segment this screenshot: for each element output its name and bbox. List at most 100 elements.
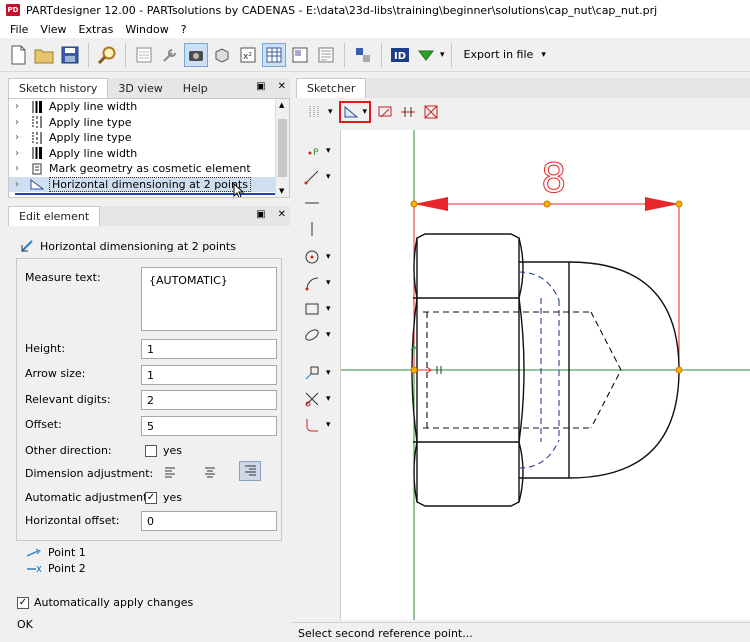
arrow-size-field[interactable]: 1 (141, 365, 277, 385)
chevron-down-icon[interactable]: ▾ (326, 146, 331, 156)
automatic-adjustment-checkbox[interactable]: ✓ (145, 492, 157, 504)
ok-button[interactable]: OK (17, 618, 33, 631)
view-3d-button[interactable] (184, 42, 208, 67)
sketch-canvas[interactable]: 8 (340, 130, 750, 620)
list-item[interactable]: › Mark geometry as cosmetic element (9, 161, 289, 177)
tab-sketch-history[interactable]: Sketch history (8, 78, 109, 98)
variables-button[interactable]: x² (236, 43, 260, 67)
chevron-down-icon[interactable]: ▾ (326, 304, 331, 314)
chevron-down-icon[interactable]: ▾ (326, 252, 331, 262)
tab-3d-view[interactable]: 3D view (108, 78, 172, 98)
dimension-tool-button[interactable]: ▾ (338, 101, 372, 123)
tab-edit-element[interactable]: Edit element (8, 206, 101, 226)
new-file-icon (11, 45, 26, 64)
menu-window[interactable]: Window (119, 23, 174, 36)
chevron-right-icon[interactable]: › (15, 179, 29, 190)
search-button[interactable] (95, 43, 119, 67)
open-folder-button[interactable] (32, 43, 56, 67)
arc-tool[interactable]: ▾ (300, 272, 336, 294)
align-right-button[interactable] (239, 461, 261, 481)
scroll-thumb[interactable] (278, 119, 287, 177)
menu-view[interactable]: View (34, 23, 72, 36)
vertical-line-tool[interactable] (300, 218, 336, 240)
chevron-down-icon[interactable]: ▾ (326, 330, 331, 340)
grip-point[interactable] (410, 200, 418, 208)
maximize-icon[interactable]: ▣ (256, 209, 265, 220)
list-item[interactable]: › Apply line width (9, 99, 289, 115)
chevron-right-icon[interactable]: › (15, 163, 29, 174)
chevron-right-icon[interactable]: › (15, 148, 29, 159)
chevron-down-icon[interactable]: ▾ (326, 278, 331, 288)
circle-tool[interactable]: ▾ (300, 246, 336, 268)
reference-point-1[interactable] (410, 366, 418, 374)
transform-tool[interactable]: ▾ (300, 362, 336, 384)
point-2-icon (27, 565, 42, 572)
tab-help[interactable]: Help (173, 78, 218, 98)
table-button[interactable] (262, 42, 286, 67)
toolbar-separator (450, 42, 452, 67)
trim-tool[interactable]: ▾ (300, 388, 336, 410)
fit-view-icon[interactable] (423, 104, 439, 120)
menu-extras[interactable]: Extras (73, 23, 120, 36)
status-button[interactable] (414, 43, 438, 67)
ellipse-tool[interactable]: ▾ (300, 324, 336, 346)
offset-field[interactable]: 5 (141, 416, 277, 436)
line-tool[interactable]: ▾ (300, 166, 336, 188)
model-structure-button[interactable] (351, 43, 375, 67)
status-bar: Select second reference point... (292, 622, 750, 642)
export-sheet-button[interactable] (314, 43, 338, 67)
grid-icon[interactable] (306, 104, 322, 120)
drawing-button[interactable] (288, 43, 312, 67)
height-field[interactable]: 1 (141, 339, 277, 359)
maximize-icon[interactable]: ▣ (256, 81, 265, 92)
chevron-down-icon[interactable]: ▾ (326, 172, 331, 182)
point-2-row[interactable]: Point 2 (26, 562, 86, 575)
chevron-down-icon[interactable]: ▾ (328, 107, 333, 117)
mirror-icon[interactable] (377, 104, 393, 120)
point-1-row[interactable]: Point 1 (26, 546, 86, 559)
align-center-icon[interactable] (203, 465, 217, 479)
align-left-icon[interactable] (163, 465, 177, 479)
point-tool[interactable]: P ▾ (300, 140, 336, 162)
other-direction-checkbox[interactable] (145, 445, 157, 457)
auto-apply-checkbox[interactable]: ✓ (17, 597, 29, 609)
tool-button[interactable] (158, 43, 182, 67)
horizontal-line-tool[interactable] (300, 192, 336, 214)
trim-icon[interactable] (399, 104, 417, 120)
fillet-tool[interactable]: ▾ (300, 414, 336, 436)
scroll-up-icon[interactable]: ▲ (279, 101, 284, 109)
scroll-down-icon[interactable]: ▼ (279, 187, 284, 195)
chevron-down-icon[interactable]: ▾ (440, 50, 445, 60)
grip-point[interactable] (675, 200, 683, 208)
close-icon[interactable]: ✕ (278, 209, 286, 220)
list-item[interactable]: › Apply line type (9, 130, 289, 146)
close-icon[interactable]: ✕ (278, 81, 286, 92)
chevron-right-icon[interactable]: › (15, 117, 29, 128)
chevron-right-icon[interactable]: › (15, 132, 29, 143)
properties-button[interactable] (132, 43, 156, 67)
id-button[interactable]: ID (388, 43, 412, 67)
menu-help[interactable]: ? (175, 23, 193, 36)
chevron-down-icon[interactable]: ▾ (363, 107, 368, 117)
dimension-value[interactable]: 8 (541, 156, 567, 203)
reference-point-2[interactable] (675, 366, 683, 374)
magnifier-icon (97, 46, 116, 64)
geometry-button[interactable] (210, 43, 234, 67)
list-item-selected[interactable]: › Horizontal dimensioning at 2 points (9, 176, 289, 192)
save-button[interactable] (58, 43, 82, 67)
rectangle-tool[interactable]: ▾ (300, 298, 336, 320)
chevron-down-icon[interactable]: ▾ (326, 420, 331, 430)
menu-file[interactable]: File (4, 23, 34, 36)
chevron-right-icon[interactable]: › (15, 101, 29, 112)
relevant-digits-field[interactable]: 2 (141, 390, 277, 410)
tab-sketcher[interactable]: Sketcher (296, 78, 367, 98)
list-item[interactable]: › Apply line type (9, 115, 289, 131)
measure-text-field[interactable]: {AUTOMATIC} (141, 267, 277, 331)
list-item[interactable]: › Apply line width (9, 146, 289, 162)
new-file-button[interactable] (6, 43, 30, 67)
chevron-down-icon[interactable]: ▾ (326, 368, 331, 378)
horizontal-offset-field[interactable]: 0 (141, 511, 277, 531)
history-scrollbar[interactable]: ▲ ▼ (275, 99, 289, 197)
export-in-file-button[interactable]: Export in file ▾ (458, 43, 552, 67)
chevron-down-icon[interactable]: ▾ (326, 394, 331, 404)
